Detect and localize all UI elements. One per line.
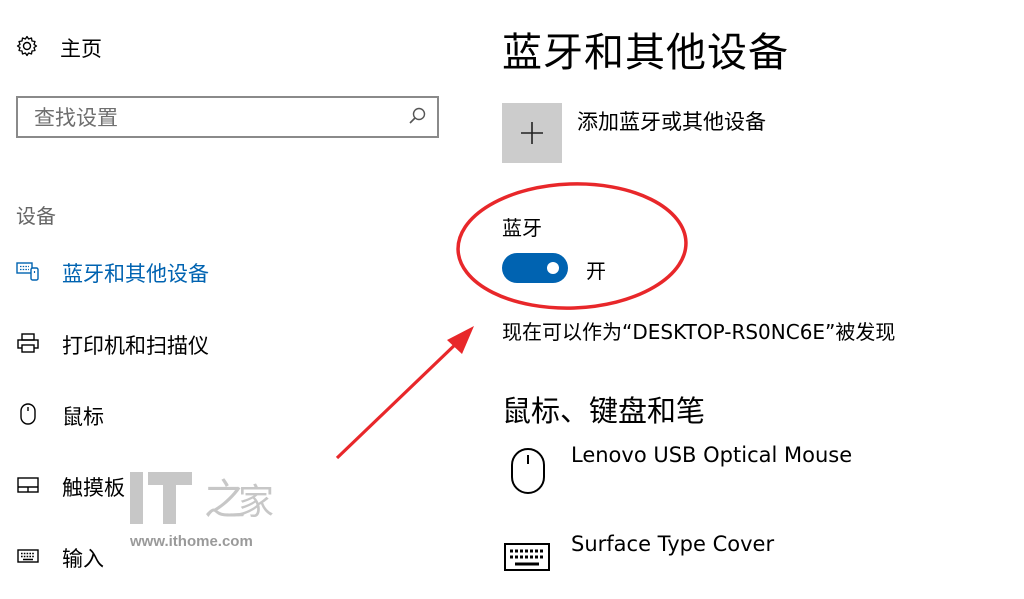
add-device-button[interactable]: [502, 103, 562, 163]
sidebar-item-label: 输入: [62, 547, 104, 571]
search-box[interactable]: [16, 96, 439, 138]
search-input[interactable]: [32, 104, 396, 132]
printer-icon: [16, 332, 40, 358]
sidebar-item-typing[interactable]: 输入: [16, 540, 104, 576]
keyboard-icon: [16, 545, 40, 571]
bluetooth-state-text: 开: [586, 259, 606, 283]
annotation-arrow-head: [447, 326, 474, 354]
device-name: Surface Type Cover: [571, 532, 775, 556]
toggle-knob: [547, 262, 559, 274]
sidebar-item-label: 打印机和扫描仪: [62, 334, 209, 358]
discoverable-text: 现在可以作为“DESKTOP-RS0NC6E”被发现: [502, 320, 896, 344]
plus-icon: [521, 122, 543, 144]
device-name: Lenovo USB Optical Mouse: [571, 443, 853, 467]
watermark-url: www.ithome.com: [130, 533, 253, 550]
add-device-label[interactable]: 添加蓝牙或其他设备: [577, 106, 766, 136]
gear-icon: [16, 35, 38, 61]
sidebar-item-bluetooth[interactable]: 蓝牙和其他设备: [16, 255, 209, 291]
sidebar-item-label: 鼠标: [62, 405, 104, 429]
keyboard-icon: [502, 536, 554, 580]
sidebar-item-touchpad[interactable]: 触摸板: [16, 469, 125, 505]
section-title: 设备: [16, 204, 56, 228]
sidebar-item-printers[interactable]: 打印机和扫描仪: [16, 327, 209, 363]
sidebar-item-mouse[interactable]: 鼠标: [16, 398, 104, 434]
mouse-icon: [502, 447, 554, 501]
mouse-keyboard-pen-heading: 鼠标、键盘和笔: [502, 394, 706, 428]
search-icon[interactable]: [407, 106, 427, 130]
ithome-logo-icon: 之 家: [130, 472, 274, 524]
sidebar-item-home[interactable]: 主页: [16, 30, 102, 66]
bluetooth-toggle[interactable]: [502, 253, 568, 283]
sidebar-item-label: 触摸板: [62, 476, 125, 500]
page-title: 蓝牙和其他设备: [502, 30, 789, 76]
bluetooth-label: 蓝牙: [502, 216, 542, 240]
highlight-ellipse: [456, 182, 688, 310]
sidebar-item-label: 主页: [60, 37, 102, 61]
svg-text:家: 家: [238, 482, 274, 523]
device-item[interactable]: Surface Type Cover: [502, 532, 774, 580]
sidebar-item-label: 蓝牙和其他设备: [62, 262, 209, 286]
annotation-arrow-shaft: [335, 338, 462, 460]
touchpad-icon: [16, 474, 40, 500]
mouse-icon: [16, 402, 40, 430]
device-item[interactable]: Lenovo USB Optical Mouse: [502, 443, 852, 501]
bluetooth-devices-icon: [16, 260, 40, 286]
